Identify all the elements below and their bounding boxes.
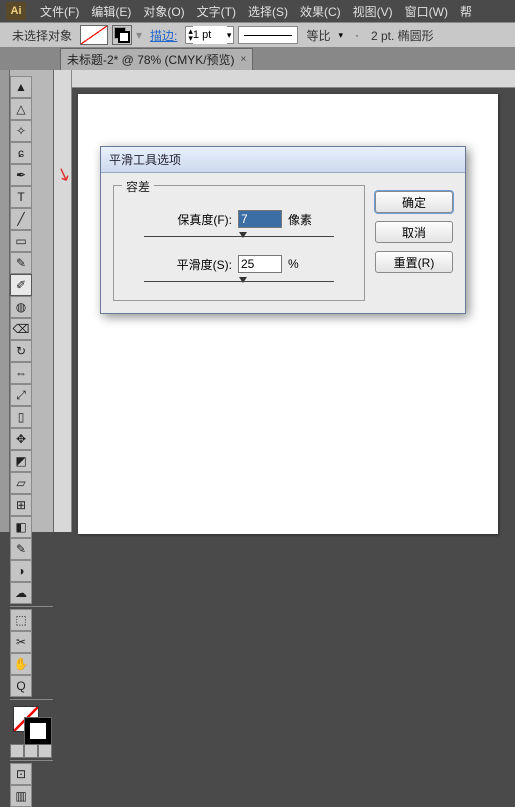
menu-effect[interactable]: 效果(C) [294,3,347,20]
tool-eraser[interactable]: ⌫ [10,318,32,340]
dialog-title: 平滑工具选项 [109,151,181,168]
tool-artboard[interactable]: ⬚ [10,609,32,631]
dialog-titlebar[interactable]: 平滑工具选项 [101,147,465,173]
app-logo: Ai [6,2,26,20]
screen-mode[interactable]: ⊡ [10,763,32,785]
tool-smooth[interactable]: ✐ [10,274,32,296]
tool-gradient[interactable]: ◧ [10,516,32,538]
smoothness-unit: % [288,257,318,271]
tool-width[interactable]: ▯ [10,406,32,428]
fidelity-slider[interactable] [144,236,334,237]
tool-hand[interactable]: ✋ [10,653,32,675]
panel-dock-strip [0,70,10,532]
menu-window[interactable]: 窗口(W) [399,3,454,20]
menu-type[interactable]: 文字(T) [191,3,242,20]
tool-selection[interactable]: ▲ [10,76,32,98]
color-mode-swatches[interactable] [10,744,53,758]
document-tab[interactable]: 未标题-2* @ 78% (CMYK/预览) × [60,48,253,70]
smoothness-input[interactable] [238,255,282,273]
menu-object[interactable]: 对象(O) [137,3,190,20]
tool-type[interactable]: T [10,186,32,208]
fill-stroke-swatch[interactable] [112,25,132,45]
close-icon[interactable]: × [241,54,247,65]
tool-symbol-spray[interactable]: ☁ [10,582,32,604]
tool-rotate[interactable]: ↻ [10,340,32,362]
fill-none-swatch[interactable] [80,25,108,45]
screen-mode-2[interactable]: ▥ [10,785,32,807]
tool-direct-select[interactable]: △ [10,98,32,120]
tool-shape-builder[interactable]: ◩ [10,450,32,472]
ruler-horizontal[interactable] [72,70,515,88]
smoothness-slider[interactable] [144,281,334,282]
smoothness-label: 平滑度(S): [160,256,232,273]
ruler-vertical[interactable] [54,70,72,532]
tool-blob[interactable]: ◍ [10,296,32,318]
shape-info: 2 pt. 椭圆形 [367,27,438,44]
tool-pen[interactable]: ✒ [10,164,32,186]
proportion-label[interactable]: 等比 [302,27,334,44]
tolerance-legend: 容差 [122,178,154,195]
menu-bar: Ai 文件(F) 编辑(E) 对象(O) 文字(T) 选择(S) 效果(C) 视… [0,0,515,22]
menu-select[interactable]: 选择(S) [242,3,294,20]
toolbox: ▲ △ ✧ ɕ ✒ T ╱ ▭ ✎ ✐ ◍ ⌫ ↻ ⇔ ⤢ ▯ ✥ ◩ ▱ ⊞ … [10,70,54,532]
tool-perspective[interactable]: ▱ [10,472,32,494]
tool-free-transform[interactable]: ✥ [10,428,32,450]
document-tab-bar: 未标题-2* @ 78% (CMYK/预览) × [0,48,515,70]
fill-stroke-control[interactable] [10,704,53,744]
tool-scale[interactable]: ⤢ [10,384,32,406]
document-tab-title: 未标题-2* @ 78% (CMYK/预览) [67,51,235,68]
stroke-swatch[interactable] [25,718,51,744]
tool-lasso[interactable]: ɕ [10,142,32,164]
tolerance-group: 容差 保真度(F): 像素 平滑度(S): % [113,185,365,301]
ok-button[interactable]: 确定 [375,191,453,213]
stroke-weight-input[interactable] [193,26,227,44]
fidelity-label: 保真度(F): [160,211,232,228]
tool-magic-wand[interactable]: ✧ [10,120,32,142]
fidelity-unit: 像素 [288,211,318,228]
menu-view[interactable]: 视图(V) [347,3,399,20]
menu-file[interactable]: 文件(F) [34,3,85,20]
tool-reflect[interactable]: ⇔ [10,362,32,384]
fidelity-input[interactable] [238,210,282,228]
options-bar: 未选择对象 ▾ 描边: ▴▾ ▾ 等比▾ · 2 pt. 椭圆形 [0,22,515,48]
cancel-button[interactable]: 取消 [375,221,453,243]
menu-help[interactable]: 帮 [454,3,478,20]
tool-eyedropper[interactable]: ✎ [10,538,32,560]
smooth-tool-options-dialog: 平滑工具选项 容差 保真度(F): 像素 平滑度(S): % 确定 取消 重置(… [100,146,466,314]
menu-edit[interactable]: 编辑(E) [85,3,137,20]
tool-rectangle[interactable]: ▭ [10,230,32,252]
tool-blend[interactable]: ◑ [10,560,32,582]
tool-line[interactable]: ╱ [10,208,32,230]
reset-button[interactable]: 重置(R) [375,251,453,273]
no-selection-label: 未选择对象 [8,27,76,44]
stroke-style-preview[interactable] [238,26,298,44]
tool-paintbrush[interactable]: ✎ [10,252,32,274]
tool-zoom[interactable]: Q [10,675,32,697]
tool-slice[interactable]: ✂ [10,631,32,653]
tool-mesh[interactable]: ⊞ [10,494,32,516]
stroke-label[interactable]: 描边: [146,27,181,44]
